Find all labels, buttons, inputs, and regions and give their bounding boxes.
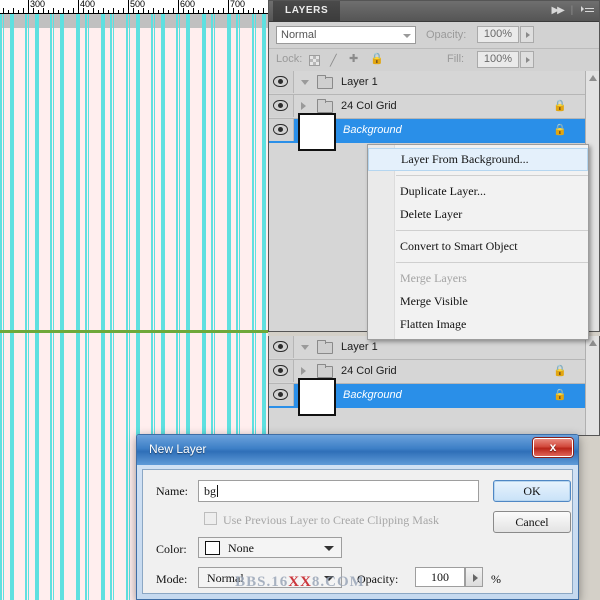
scroll-up-icon[interactable] <box>589 340 597 346</box>
menu-item[interactable]: Layer From Background... <box>368 148 588 171</box>
lock-image-pixels-icon[interactable]: ╱ <box>330 54 337 67</box>
layer-visibility-toggle[interactable] <box>269 360 294 382</box>
folder-icon <box>317 99 333 113</box>
layer-color-select[interactable]: None <box>198 537 342 558</box>
lock-position-icon[interactable]: ✚ <box>349 52 358 65</box>
eye-icon <box>273 76 288 87</box>
layer-name: 24 Col Grid <box>341 100 397 112</box>
layer-name: Layer 1 <box>341 76 378 88</box>
layers-panel-tabbar: LAYERS ▶▶ | <box>269 1 599 22</box>
chevron-right-icon[interactable] <box>301 102 306 110</box>
lock-icon: 🔒 <box>553 100 567 112</box>
layer-visibility-toggle[interactable] <box>269 336 294 358</box>
layers-list-bottom[interactable]: Layer 1 24 Col Grid 🔒 Background 🔒 <box>269 336 599 435</box>
menu-item: Merge Layers <box>400 271 467 285</box>
tab-layers[interactable]: LAYERS <box>273 1 341 21</box>
layer-name-value: bg <box>204 484 216 498</box>
menu-item[interactable]: Duplicate Layer... <box>368 180 588 203</box>
panel-menu-icon[interactable] <box>581 3 594 14</box>
table-row[interactable]: Background 🔒 <box>269 378 599 416</box>
menu-separator <box>396 175 588 176</box>
lock-icon: 🔒 <box>553 389 567 401</box>
dialog-title: New Layer <box>149 442 207 456</box>
eye-icon <box>273 124 288 135</box>
eye-icon <box>273 341 288 352</box>
blend-mode-value: Normal <box>281 29 317 41</box>
chevron-down-icon[interactable] <box>301 345 309 350</box>
lock-label: Lock: <box>276 53 303 65</box>
layer-name: 24 Col Grid <box>341 365 397 377</box>
dialog-titlebar[interactable]: New Layer x <box>137 435 578 465</box>
lock-icon: 🔒 <box>553 124 567 136</box>
layer-visibility-toggle[interactable] <box>269 119 294 141</box>
watermark-left: BBS.16 <box>235 574 289 590</box>
ok-button[interactable]: OK <box>493 480 571 502</box>
menu-item[interactable]: Delete Layer <box>368 203 588 226</box>
lock-row: Lock: ╱ ✚ 🔒 Fill: 100% <box>269 49 599 72</box>
folder-icon <box>317 340 333 354</box>
color-swatch <box>205 541 220 555</box>
lock-transparent-pixels-icon[interactable] <box>309 55 320 66</box>
table-row[interactable]: Background 🔒 <box>269 113 599 151</box>
eye-icon <box>273 100 288 111</box>
cancel-button[interactable]: Cancel <box>493 511 571 533</box>
text-caret <box>217 485 218 497</box>
folder-icon <box>317 364 333 378</box>
close-icon[interactable]: x <box>533 438 573 457</box>
opacity-label: Opacity: <box>426 29 467 41</box>
chevron-down-icon[interactable] <box>403 34 411 38</box>
watermark-red: XX <box>288 574 312 590</box>
horizontal-ruler[interactable]: 300 400 500 600 700 <box>0 0 268 14</box>
collapse-panel-icon[interactable]: ▶▶ <box>551 1 564 21</box>
menu-item[interactable]: Convert to Smart Object <box>368 235 588 258</box>
layer-visibility-toggle[interactable] <box>269 384 294 406</box>
lock-all-icon[interactable]: 🔒 <box>370 52 384 65</box>
menu-separator <box>396 230 588 231</box>
color-label: Color: <box>156 542 187 556</box>
chevron-right-icon[interactable] <box>301 367 306 375</box>
layer-context-menu[interactable]: Layer From Background... Duplicate Layer.… <box>367 144 589 340</box>
eye-icon <box>273 389 288 400</box>
clipping-mask-checkbox[interactable] <box>204 512 217 525</box>
watermark-right: 8.COM <box>311 574 365 590</box>
folder-icon <box>317 75 333 89</box>
divider: | <box>570 5 574 16</box>
chevron-down-icon[interactable] <box>301 80 309 85</box>
layer-name-input[interactable]: bg <box>198 480 479 502</box>
clipping-mask-label: Use Previous Layer to Create Clipping Ma… <box>223 513 439 527</box>
layers-scrollbar-bottom[interactable] <box>585 336 599 435</box>
lock-icon: 🔒 <box>553 365 567 377</box>
menu-item[interactable]: Flatten Image <box>368 313 588 336</box>
blend-mode-select[interactable]: Normal <box>276 26 416 44</box>
fill-stepper[interactable] <box>520 51 534 68</box>
eye-icon <box>273 365 288 376</box>
layer-name: Background <box>343 124 402 136</box>
fill-value[interactable]: 100% <box>477 51 519 68</box>
fill-label: Fill: <box>447 53 465 65</box>
layer-name: Background <box>343 389 402 401</box>
close-glyph: x <box>549 440 557 454</box>
layers-panel-bottom[interactable]: Layer 1 24 Col Grid 🔒 Background 🔒 <box>268 336 600 436</box>
layer-visibility-toggle[interactable] <box>269 71 294 93</box>
layer-name: Layer 1 <box>341 341 378 353</box>
chevron-down-icon[interactable] <box>324 546 334 551</box>
blend-mode-row: Normal Opacity: 100% <box>269 22 599 49</box>
layer-thumbnail[interactable] <box>298 113 336 151</box>
site-watermark: BBS.16XX8.COM <box>0 574 600 591</box>
layer-visibility-toggle[interactable] <box>269 95 294 117</box>
menu-item[interactable]: Merge Visible <box>368 290 588 313</box>
layer-color-value: None <box>228 541 254 555</box>
horizontal-guide <box>0 330 268 333</box>
menu-separator <box>396 262 588 263</box>
opacity-value[interactable]: 100% <box>477 26 519 43</box>
layer-thumbnail[interactable] <box>298 378 336 416</box>
scroll-up-icon[interactable] <box>589 75 597 81</box>
name-label: Name: <box>156 484 188 498</box>
layers-panel-header-icons: ▶▶ | <box>551 1 594 21</box>
table-row[interactable]: Layer 1 <box>269 71 599 95</box>
opacity-stepper[interactable] <box>520 26 534 43</box>
